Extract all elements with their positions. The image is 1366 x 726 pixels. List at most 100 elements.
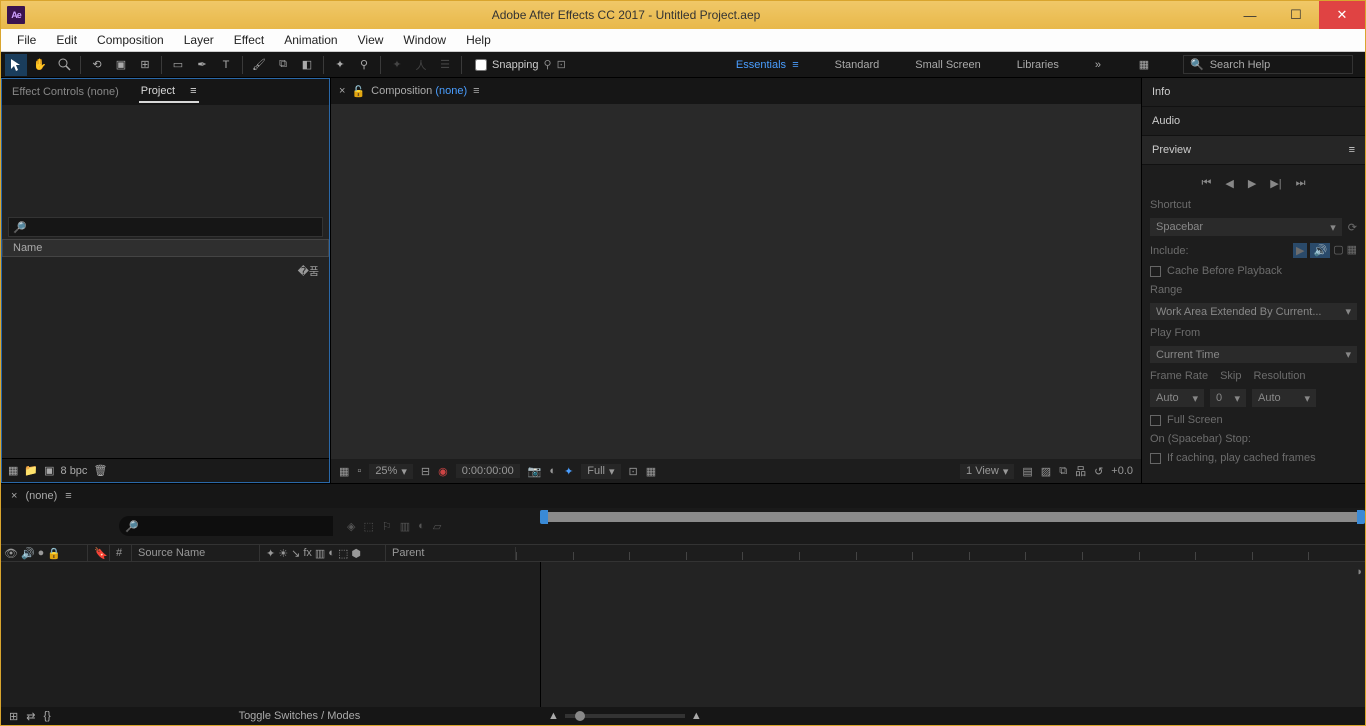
comp-marker-icon[interactable]: ◗ — [1356, 566, 1363, 578]
pan-behind-tool[interactable]: ⊞ — [134, 54, 156, 76]
workspace-small-screen[interactable]: Small Screen — [911, 57, 984, 73]
fast-preview-icon[interactable]: ▨ — [1041, 465, 1051, 478]
rectangle-tool[interactable]: ▭ — [167, 54, 189, 76]
workspace-overflow-icon[interactable]: » — [1091, 57, 1105, 73]
cached-frames-checkbox[interactable] — [1150, 453, 1161, 464]
roto-tool[interactable]: ✦ — [329, 54, 351, 76]
timeline-layer-list[interactable] — [1, 562, 540, 707]
parent-col[interactable]: Parent — [385, 545, 515, 561]
video-col-icon[interactable]: 👁 — [4, 547, 18, 560]
include-cache-icon[interactable]: ▦ — [1347, 243, 1357, 258]
tab-effect-controls[interactable]: Effect Controls (none) — [10, 82, 121, 102]
toggle-alpha-icon[interactable]: ▦ — [339, 465, 349, 478]
solo-col-icon[interactable]: ● — [38, 547, 45, 560]
include-audio-icon[interactable]: 🔊 — [1310, 243, 1330, 258]
menu-effect[interactable]: Effect — [224, 30, 274, 50]
brackets-icon[interactable]: {} — [43, 710, 50, 722]
new-folder-icon[interactable]: 📁 — [24, 464, 38, 477]
menu-help[interactable]: Help — [456, 30, 501, 50]
hand-tool[interactable]: ✋ — [29, 54, 51, 76]
composition-tab-label[interactable]: Composition (none) — [371, 85, 467, 97]
roi-icon[interactable]: ⊡ — [629, 465, 638, 478]
color-icon[interactable]: ✦ — [564, 465, 573, 478]
menu-edit[interactable]: Edit — [46, 30, 87, 50]
project-bin[interactable]: �품 — [2, 257, 329, 458]
switches-col[interactable]: ✦☀↘fx▥◐⬚⬢ — [259, 545, 385, 561]
include-overlay-icon[interactable]: ▢ — [1333, 243, 1343, 258]
menu-window[interactable]: Window — [393, 30, 456, 50]
pen-tool[interactable]: ✒ — [191, 54, 213, 76]
minimize-button[interactable]: — — [1227, 1, 1273, 29]
menu-composition[interactable]: Composition — [87, 30, 174, 50]
audio-col-icon[interactable]: 🔊 — [21, 547, 35, 560]
resolution-dropdown[interactable]: Full ▾ — [581, 464, 620, 479]
panel-menu-icon[interactable]: ≡ — [473, 85, 479, 97]
eraser-tool[interactable]: ◧ — [296, 54, 318, 76]
expand-pane-icon[interactable]: ⊞ — [9, 710, 18, 723]
snapping-checkbox[interactable] — [475, 59, 487, 71]
panel-menu-icon[interactable]: ≡ — [65, 490, 71, 502]
clone-tool[interactable]: ⧉ — [272, 54, 294, 76]
comp-mini-flowchart-icon[interactable]: ◈ — [347, 520, 355, 533]
bpc-toggle[interactable]: 8 bpc — [61, 465, 88, 477]
search-help[interactable]: 🔍 Search Help — [1183, 55, 1353, 74]
framerate-dropdown[interactable]: Auto▾ — [1150, 389, 1204, 407]
workspace-menu-icon[interactable]: ≡ — [792, 59, 798, 71]
include-video-icon[interactable]: ▶ — [1293, 243, 1307, 258]
resolution-icon[interactable]: ⊟ — [421, 465, 430, 478]
preview-res-dropdown[interactable]: Auto▾ — [1252, 389, 1316, 407]
workspace-standard[interactable]: Standard — [831, 57, 884, 73]
zoom-slider[interactable] — [565, 714, 685, 718]
trash-icon[interactable]: 🗑 — [93, 464, 107, 477]
timeline-track-area[interactable]: ◗ — [540, 562, 1365, 707]
cache-checkbox[interactable] — [1150, 266, 1161, 277]
exposure-value[interactable]: +0.0 — [1111, 465, 1133, 477]
menu-animation[interactable]: Animation — [274, 30, 347, 50]
lock-col-icon[interactable]: 🔒 — [47, 547, 61, 560]
interpret-footage-icon[interactable]: ▦ — [8, 464, 18, 477]
workspace-libraries[interactable]: Libraries — [1013, 57, 1063, 73]
tab-project[interactable]: Project ≡ — [139, 81, 199, 103]
time-ruler[interactable] — [515, 547, 1365, 560]
fullscreen-checkbox[interactable] — [1150, 415, 1161, 426]
panel-audio[interactable]: Audio — [1142, 107, 1365, 136]
panel-preview[interactable]: Preview ≡ — [1142, 136, 1365, 165]
graph-editor-icon[interactable]: ▱ — [433, 520, 441, 533]
play-icon[interactable]: ▶ — [1248, 177, 1256, 190]
zoom-out-icon[interactable]: ▲ — [548, 710, 559, 722]
timeline-icon[interactable]: ⧉ — [1059, 465, 1067, 478]
pixel-aspect-icon[interactable]: ▤ — [1022, 465, 1032, 478]
zoom-dropdown[interactable]: 25% ▾ — [369, 464, 413, 479]
toggle-mask-icon[interactable]: ▫ — [357, 465, 361, 477]
maximize-button[interactable]: ☐ — [1273, 1, 1319, 29]
flowchart-icon[interactable]: 品 — [1075, 463, 1086, 479]
workspace-essentials[interactable]: Essentials ≡ — [732, 57, 803, 73]
puppet-tool[interactable]: ⚲ — [353, 54, 375, 76]
close-tab-icon[interactable]: × — [11, 490, 17, 502]
menu-file[interactable]: File — [7, 30, 46, 50]
source-name-col[interactable]: Source Name — [131, 545, 259, 561]
workspace-reset-icon[interactable]: ▦ — [1133, 54, 1155, 76]
first-frame-icon[interactable]: ⏮ — [1201, 177, 1211, 190]
shortcut-dropdown[interactable]: Spacebar▾ — [1150, 218, 1342, 236]
show-channel-icon[interactable]: ◐ — [549, 465, 556, 477]
new-comp-icon[interactable]: ▣ — [44, 464, 54, 477]
colormgmt-icon[interactable]: ◉ — [438, 465, 448, 478]
transparency-grid-icon[interactable]: ▦ — [646, 465, 656, 478]
selection-tool[interactable] — [5, 54, 27, 76]
reset-exposure-icon[interactable]: ↺ — [1094, 465, 1103, 478]
skip-dropdown[interactable]: 0▾ — [1210, 389, 1246, 407]
menu-layer[interactable]: Layer — [174, 30, 224, 50]
range-dropdown[interactable]: Work Area Extended By Current...▾ — [1150, 303, 1357, 320]
label-col-icon[interactable]: 🔖 — [94, 547, 108, 560]
prev-frame-icon[interactable]: ◀ — [1225, 177, 1233, 190]
zoom-tool[interactable] — [53, 54, 75, 76]
frame-blend-icon[interactable]: ▥ — [400, 520, 410, 533]
timeline-search[interactable]: 🔎 — [119, 516, 333, 536]
playfrom-dropdown[interactable]: Current Time▾ — [1150, 346, 1357, 363]
toggle-switches-icon[interactable]: ⇄ — [26, 710, 35, 723]
camera-tool[interactable]: ▣ — [110, 54, 132, 76]
loop-icon[interactable]: ⟳ — [1348, 221, 1357, 234]
time-display[interactable]: 0:00:00:00 — [456, 464, 520, 478]
close-tab-icon[interactable]: × — [339, 85, 345, 97]
